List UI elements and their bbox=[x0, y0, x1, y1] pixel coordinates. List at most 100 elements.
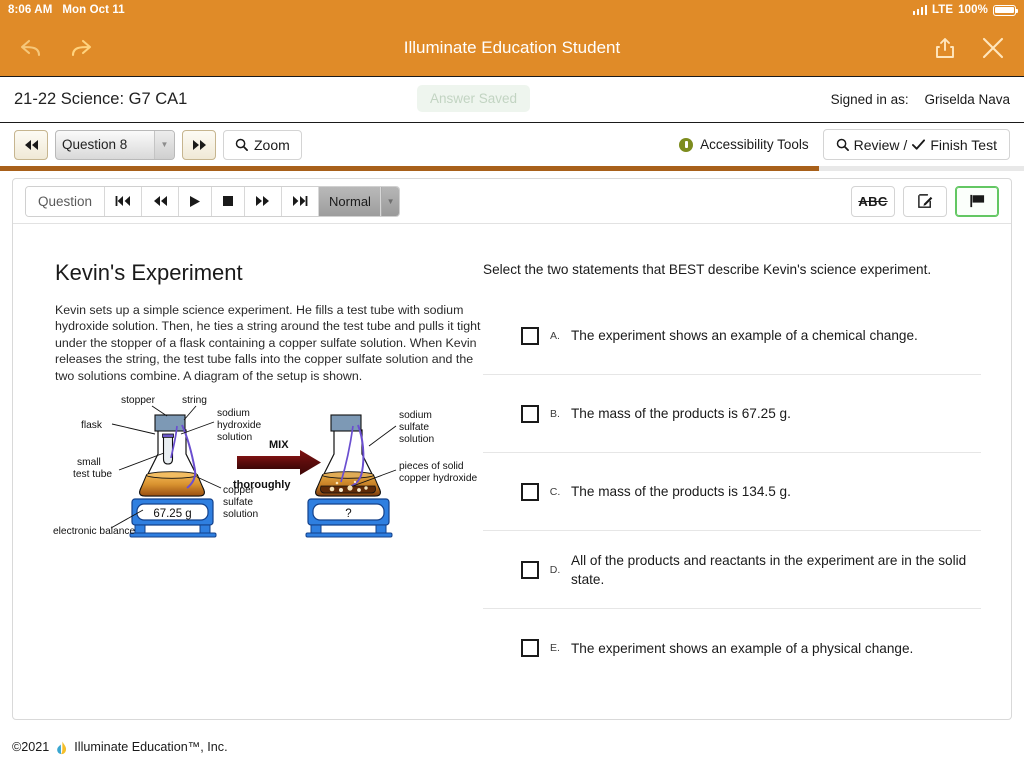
label-string: string bbox=[182, 395, 207, 406]
label-cuoh-1: pieces of solid bbox=[399, 461, 464, 472]
page-footer: ©2021 Illuminate Education™, Inc. bbox=[0, 732, 1024, 762]
choice-checkbox[interactable] bbox=[521, 560, 539, 579]
fast-forward-button[interactable] bbox=[245, 186, 283, 216]
user-name: Griselda Nava bbox=[924, 92, 1010, 107]
play-button[interactable] bbox=[179, 186, 213, 216]
choice-text: All of the products and reactants in the… bbox=[571, 552, 967, 587]
illuminate-logo-icon bbox=[55, 741, 68, 754]
accessibility-label: Accessibility Tools bbox=[700, 137, 809, 152]
previous-question-button[interactable] bbox=[14, 129, 48, 160]
question-card: Question Normal ▼ ABC Kevin's Experiment… bbox=[12, 178, 1012, 720]
choice-letter: B. bbox=[550, 407, 560, 420]
choice-list: A. The experiment shows an example of a c… bbox=[483, 297, 981, 687]
app-root: 8:06 AM Mon Oct 11 LTE 100% Illuminate E… bbox=[0, 0, 1024, 762]
passage-text: Kevin sets up a simple science experimen… bbox=[55, 303, 481, 383]
answer-saved-badge: Answer Saved bbox=[417, 85, 531, 112]
company-name: Illuminate Education™, Inc. bbox=[74, 740, 228, 754]
choice-letter: D. bbox=[549, 563, 561, 576]
choice-option-b[interactable]: B. The mass of the products is 67.25 g. bbox=[483, 375, 981, 453]
label-naoh-1: sodium bbox=[217, 408, 250, 419]
choice-option-d[interactable]: D. All of the products and reactants in t… bbox=[483, 531, 981, 609]
playback-speed-value: Normal bbox=[329, 193, 371, 209]
search-icon bbox=[235, 138, 248, 151]
test-title: 21-22 Science: G7 CA1 bbox=[14, 90, 188, 108]
back-arrow-icon[interactable] bbox=[16, 33, 46, 63]
choice-checkbox[interactable] bbox=[521, 404, 539, 423]
skip-back-button[interactable] bbox=[105, 186, 143, 216]
app-title: Illuminate Education Student bbox=[403, 38, 621, 57]
experiment-diagram: 67.25 g stopper string flask small test … bbox=[51, 392, 483, 547]
choice-checkbox[interactable] bbox=[521, 482, 539, 501]
question-prompt: Select the two statements that BEST desc… bbox=[483, 262, 932, 277]
label-flask: flask bbox=[81, 420, 103, 431]
choice-letter: E. bbox=[550, 642, 560, 654]
choice-option-c[interactable]: C. The mass of the products is 134.5 g. bbox=[483, 453, 981, 531]
label-na2so4-3: solution bbox=[399, 434, 434, 445]
label-na2so4-1: sodium bbox=[399, 410, 432, 421]
network-type: LTE bbox=[932, 4, 954, 16]
test-header: 21-22 Science: G7 CA1 Answer Saved Signe… bbox=[0, 76, 1024, 123]
label-cuso4-3: solution bbox=[223, 509, 258, 520]
notes-tool-button[interactable] bbox=[903, 185, 947, 217]
zoom-button[interactable]: Zoom bbox=[223, 129, 302, 160]
choice-text: The mass of the products is 134.5 g. bbox=[571, 484, 791, 499]
label-mix: MIX bbox=[269, 439, 289, 451]
review-finish-test-button[interactable]: Review / Finish Test bbox=[822, 129, 1010, 160]
playback-speed-select[interactable]: Normal bbox=[319, 186, 382, 216]
playback-speed-chevron-down-icon[interactable]: ▼ bbox=[381, 186, 400, 216]
forward-arrow-icon[interactable] bbox=[66, 33, 96, 63]
label-stopper: stopper bbox=[121, 395, 156, 406]
choice-text: The experiment shows an example of a phy… bbox=[571, 640, 914, 656]
close-icon[interactable] bbox=[978, 33, 1008, 63]
app-bar: Illuminate Education Student bbox=[0, 20, 1024, 76]
choice-text: The mass of the products is 67.25 g. bbox=[571, 406, 791, 421]
answer-panel: Select the two statements that BEST desc… bbox=[483, 242, 1011, 719]
ios-status-bar: 8:06 AM Mon Oct 11 LTE 100% bbox=[0, 0, 1024, 20]
skip-forward-button[interactable] bbox=[282, 186, 320, 216]
label-naoh-2: hydroxide bbox=[217, 420, 262, 431]
zoom-button-label: Zoom bbox=[254, 136, 290, 153]
share-icon[interactable] bbox=[930, 33, 960, 63]
copyright-year: ©2021 bbox=[12, 740, 50, 754]
label-small-2: test tube bbox=[73, 469, 112, 480]
strikethrough-tool-button[interactable]: ABC bbox=[851, 185, 895, 217]
label-naoh-3: solution bbox=[217, 432, 252, 443]
question-select[interactable]: Question 8 ▼ bbox=[55, 129, 175, 160]
media-question-label: Question bbox=[26, 186, 106, 216]
question-select-value: Question 8 bbox=[62, 137, 128, 152]
label-cuso4-2: sulfate bbox=[223, 497, 253, 508]
choice-text: The experiment shows an example of a che… bbox=[571, 328, 918, 343]
signal-bars-icon bbox=[912, 5, 927, 15]
stop-button[interactable] bbox=[212, 186, 246, 216]
balance-reading-before: 67.25 g bbox=[153, 508, 191, 520]
choice-option-e[interactable]: E. The experiment shows an example of a p… bbox=[483, 609, 981, 687]
choice-letter: A. bbox=[550, 329, 560, 342]
test-progress-bar bbox=[0, 166, 1024, 171]
balance-reading-after: ? bbox=[345, 508, 351, 520]
passage-title: Kevin's Experiment bbox=[55, 260, 243, 285]
passage-panel: Kevin's Experiment Kevin sets up a simpl… bbox=[13, 242, 483, 719]
accessibility-icon bbox=[679, 137, 694, 152]
battery-percent: 100% bbox=[958, 4, 988, 16]
signed-in-info: Signed in as: Griselda Nava bbox=[831, 92, 1010, 107]
status-date: Mon Oct 11 bbox=[62, 4, 125, 16]
choice-checkbox[interactable] bbox=[521, 326, 539, 345]
rewind-button[interactable] bbox=[142, 186, 180, 216]
mix-arrow bbox=[237, 450, 321, 476]
test-progress-fill bbox=[0, 166, 820, 171]
next-question-button[interactable] bbox=[182, 129, 216, 160]
accessibility-tools-button[interactable]: Accessibility Tools bbox=[679, 137, 809, 152]
label-cuoh-2: copper hydroxide bbox=[399, 473, 477, 484]
flag-icon bbox=[969, 194, 984, 208]
audio-player-bar: Question Normal ▼ ABC bbox=[13, 179, 1011, 224]
flag-question-button[interactable] bbox=[955, 185, 999, 217]
choice-letter: C. bbox=[549, 485, 561, 498]
choice-option-a[interactable]: A. The experiment shows an example of a c… bbox=[483, 297, 981, 375]
label-small-1: small bbox=[77, 457, 101, 468]
label-thoroughly: thoroughly bbox=[233, 479, 291, 491]
status-time: 8:06 AM bbox=[8, 4, 53, 16]
search-icon bbox=[836, 138, 849, 151]
pencil-square-icon bbox=[917, 193, 932, 208]
question-toolbar: Question 8 ▼ Zoom Accessibility Tools Re… bbox=[0, 123, 1024, 166]
choice-checkbox[interactable] bbox=[521, 639, 539, 657]
